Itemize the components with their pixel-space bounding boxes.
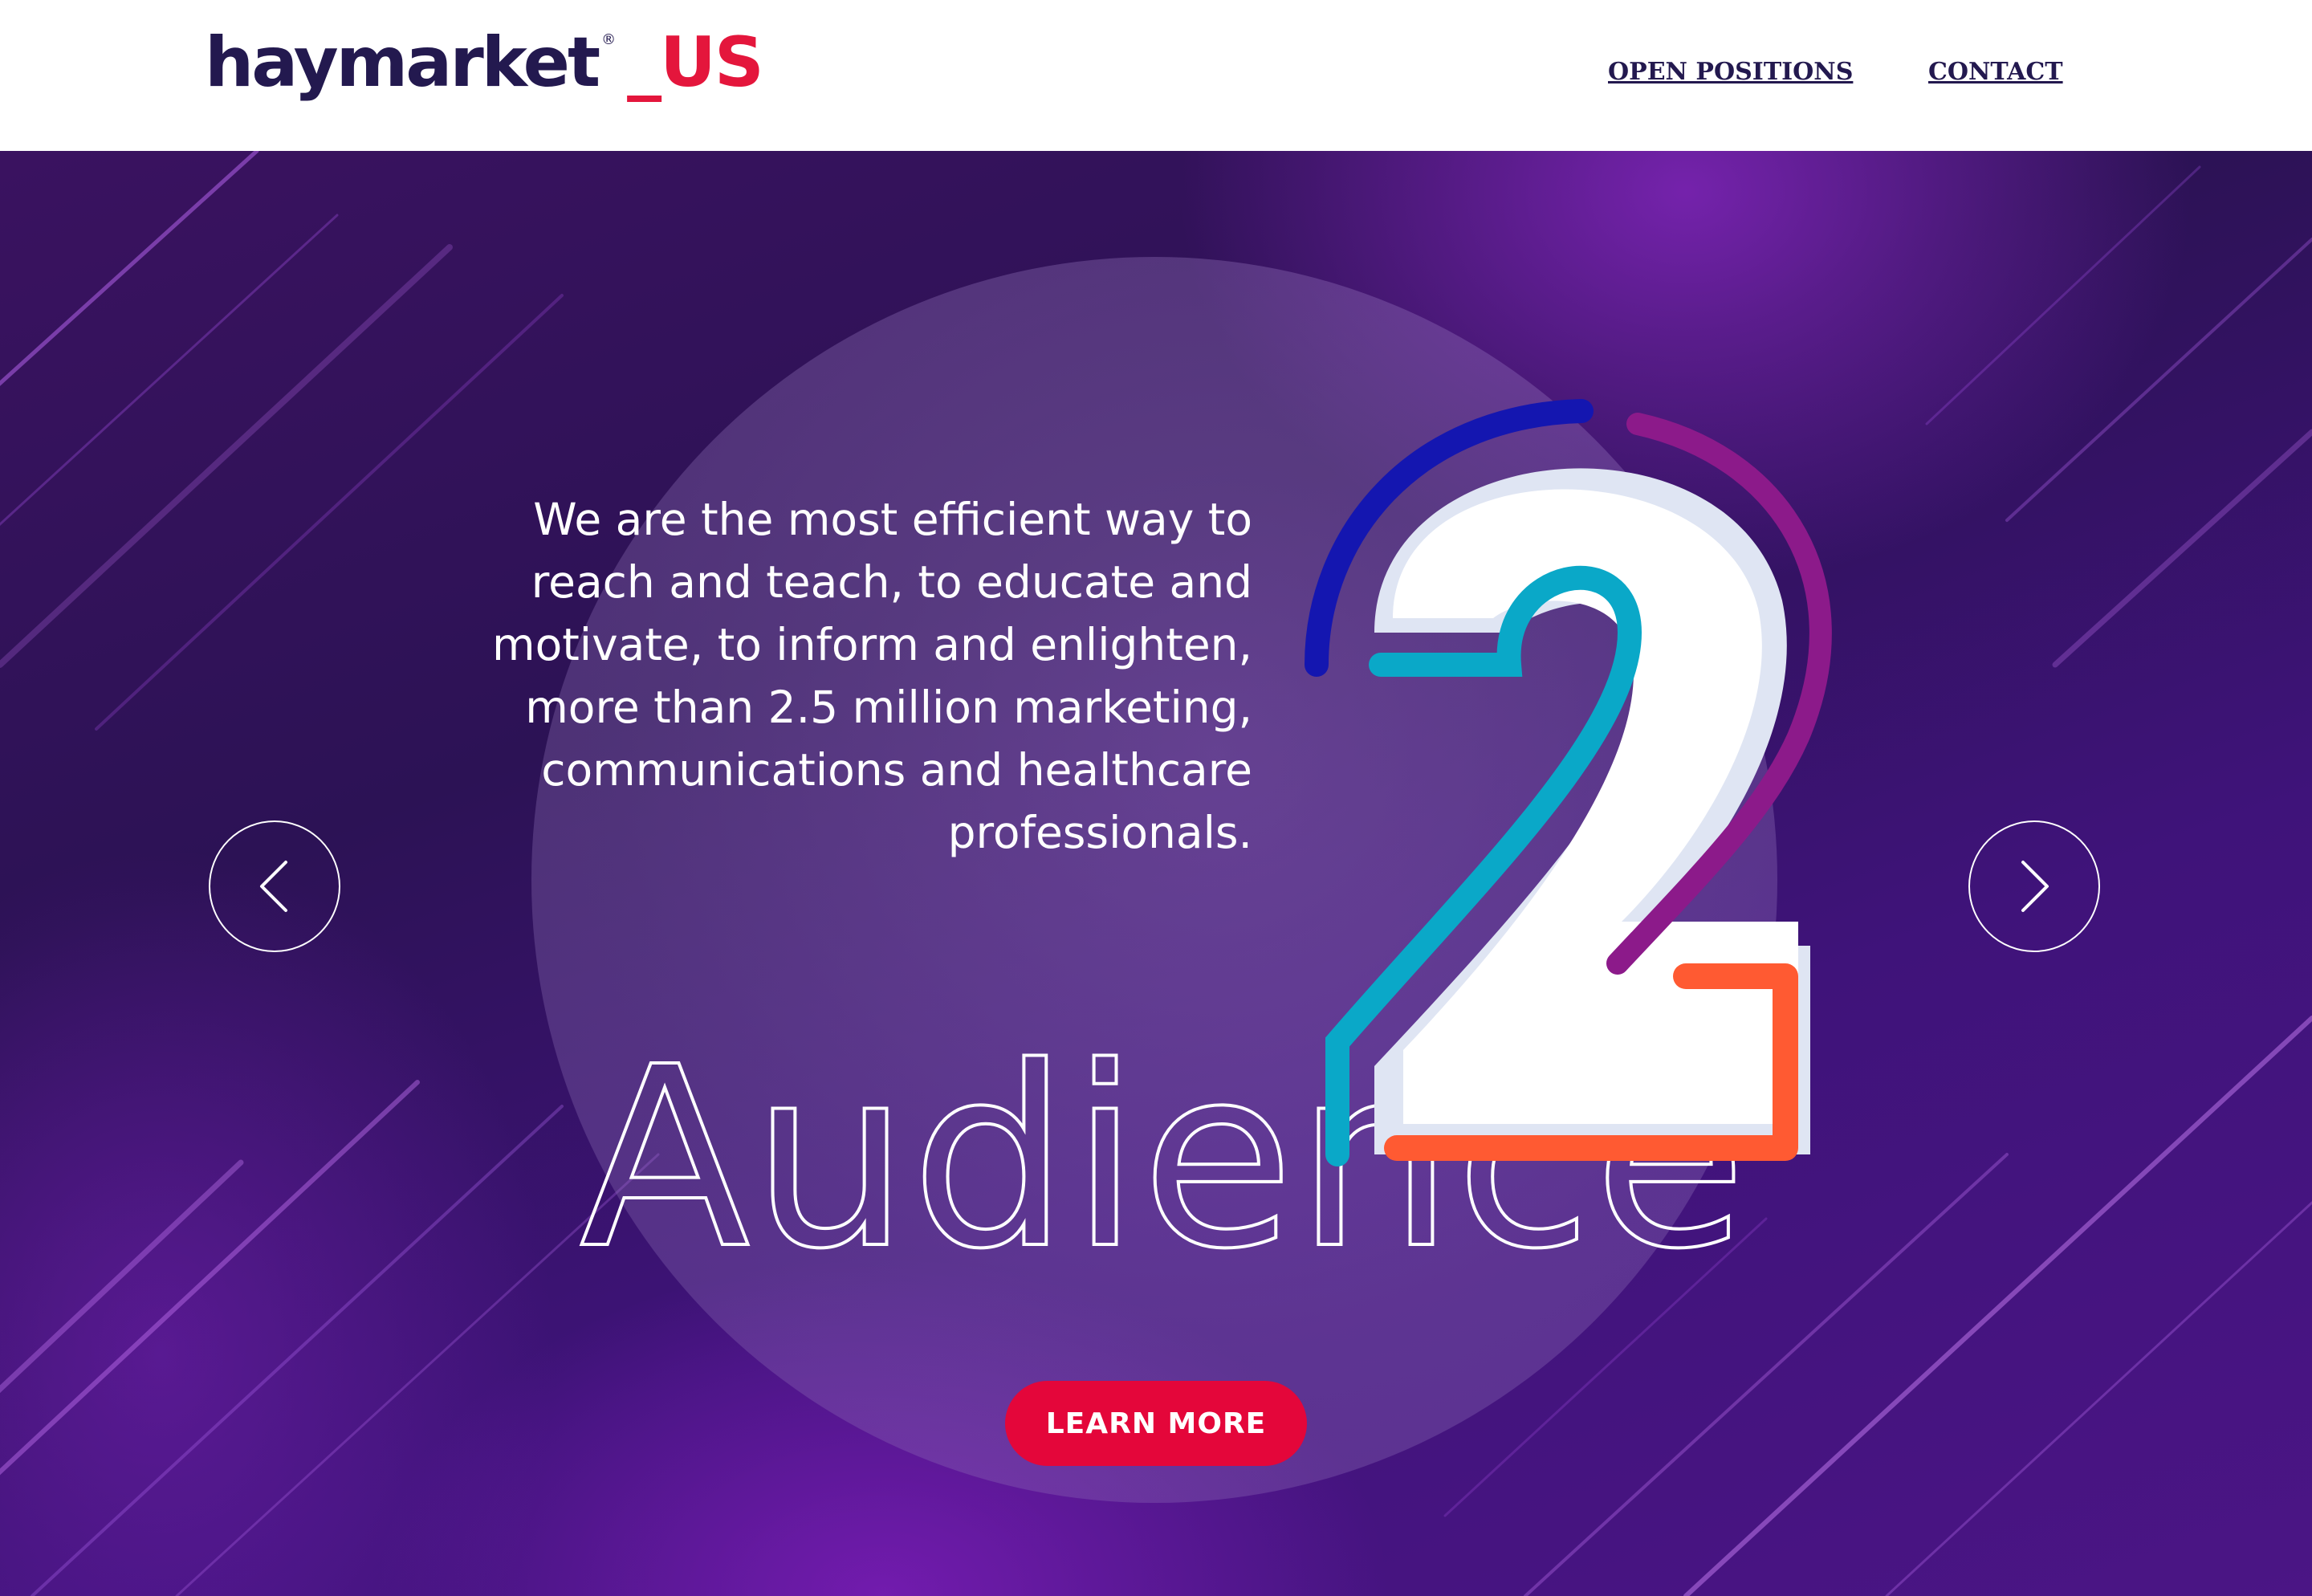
chevron-right-icon: [2021, 861, 2049, 912]
logo-registered-mark: ®: [601, 31, 617, 48]
carousel-next-button[interactable]: [1968, 820, 2100, 952]
main-nav: OPEN POSITIONS CONTACT: [0, 58, 2312, 98]
hero-tagline: We are the most efficient way to reach a…: [492, 494, 1252, 858]
chevron-left-icon: [260, 861, 287, 912]
hero-carousel: We are the most efficient way to reach a…: [0, 151, 2312, 1596]
nav-contact-link[interactable]: CONTACT: [1928, 58, 2063, 86]
slide-number-graphic: [1305, 399, 1832, 1166]
page: haymarket ® _US OPEN POSITIONS CONTACT W…: [0, 0, 2312, 1596]
learn-more-button[interactable]: LEARN MORE: [1005, 1381, 1307, 1466]
carousel-prev-button[interactable]: [209, 820, 340, 952]
site-header: haymarket ® _US OPEN POSITIONS CONTACT: [0, 0, 2312, 151]
nav-open-positions-link[interactable]: OPEN POSITIONS: [1608, 58, 1853, 86]
